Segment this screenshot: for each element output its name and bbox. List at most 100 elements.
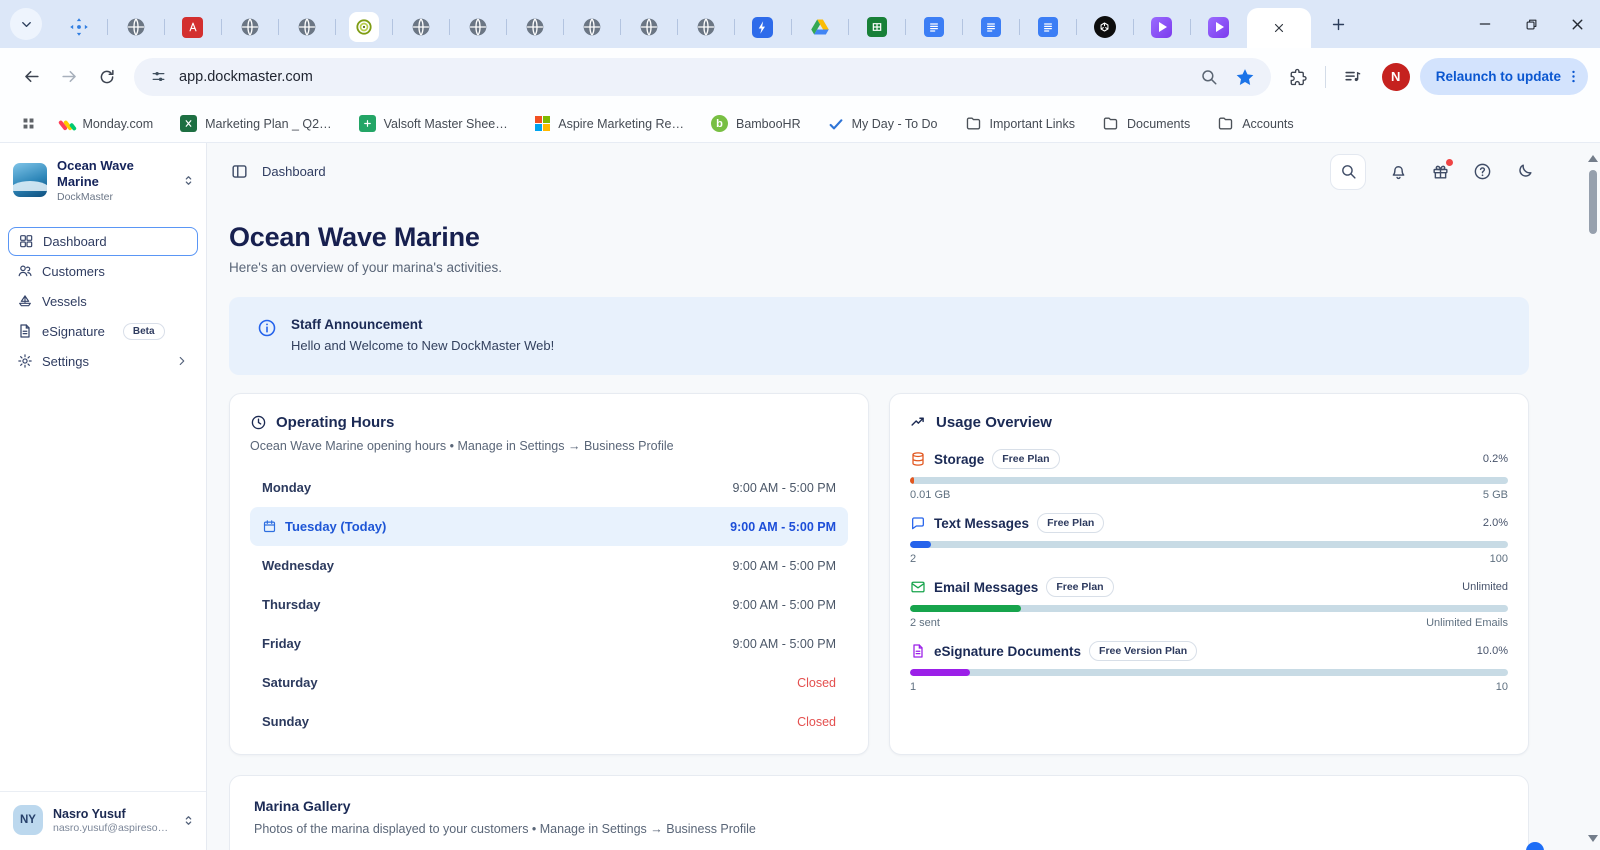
usage-max: 10: [1496, 681, 1508, 693]
bookmark-label: Valsoft Master Shee…: [384, 117, 508, 131]
sidebar-item-vessels[interactable]: Vessels: [8, 287, 198, 316]
pinned-tab[interactable]: [1076, 10, 1133, 44]
relaunch-label: Relaunch to update: [1436, 69, 1561, 84]
extensions-button[interactable]: [1279, 58, 1317, 96]
scroll-up-button[interactable]: [1587, 152, 1599, 164]
pinned-tab[interactable]: [962, 10, 1019, 44]
pinned-tab[interactable]: [392, 10, 449, 44]
bookmark-star-icon[interactable]: [1235, 67, 1255, 87]
bookmark-folder-accounts[interactable]: Accounts: [1210, 111, 1300, 136]
zoom-indicator-icon[interactable]: [1200, 68, 1218, 86]
bookmark-folder-important-links[interactable]: Important Links: [958, 111, 1082, 136]
check-icon: [828, 116, 844, 132]
pinned-tab[interactable]: [791, 10, 848, 44]
sidebar-toggle-button[interactable]: [230, 162, 249, 181]
scroll-thumb[interactable]: [1589, 170, 1597, 234]
apps-grid-icon[interactable]: [16, 115, 41, 132]
back-button[interactable]: [12, 58, 50, 96]
hours-value: 9:00 AM - 5:00 PM: [732, 598, 836, 612]
pinned-tab[interactable]: [221, 10, 278, 44]
usage-max: Unlimited Emails: [1426, 617, 1508, 629]
forward-button[interactable]: [50, 58, 88, 96]
progress-fill: [910, 541, 931, 548]
workspace-switcher[interactable]: Ocean Wave Marine DockMaster: [0, 143, 206, 215]
triangle-down-icon: [1588, 835, 1598, 842]
bookmark-valsoft-sheet[interactable]: Valsoft Master Shee…: [352, 111, 515, 136]
pinned-tab[interactable]: [107, 10, 164, 44]
site-settings-icon[interactable]: [150, 68, 167, 85]
dark-mode-button[interactable]: [1515, 162, 1534, 181]
bookmark-aspire-marketing[interactable]: Aspire Marketing Re…: [528, 112, 691, 136]
notifications-button[interactable]: [1389, 162, 1408, 181]
pinned-tab[interactable]: [905, 10, 962, 44]
sidebar-item-customers[interactable]: Customers: [8, 257, 198, 286]
url-text[interactable]: app.dockmaster.com: [179, 69, 313, 85]
usage-max: 100: [1490, 553, 1508, 565]
pinned-tab[interactable]: [506, 10, 563, 44]
pinned-tab[interactable]: [164, 10, 221, 44]
new-tab-button[interactable]: [1323, 9, 1353, 39]
user-menu[interactable]: NY Nasro Yusuf nasro.yusuf@aspiresoftwar…: [0, 791, 206, 850]
whats-new-button[interactable]: [1431, 162, 1450, 181]
hours-value: 9:00 AM - 5:00 PM: [732, 637, 836, 651]
address-bar[interactable]: app.dockmaster.com: [134, 58, 1271, 96]
bookmark-folder-documents[interactable]: Documents: [1095, 111, 1197, 136]
chevron-right-icon: [175, 354, 189, 368]
pinned-tab[interactable]: [449, 10, 506, 44]
bookmark-my-day[interactable]: My Day - To Do: [821, 112, 945, 136]
help-button[interactable]: [1473, 162, 1492, 181]
sidebar-item-label: Dashboard: [43, 234, 107, 249]
sidebar-item-esignature[interactable]: eSignature Beta: [8, 317, 198, 346]
pinned-tab[interactable]: [278, 10, 335, 44]
bookmark-bamboohr[interactable]: BambooHR: [704, 111, 808, 136]
globe-icon: [126, 17, 146, 37]
user-name: Nasro Yusuf: [53, 806, 171, 822]
pinned-tab[interactable]: [50, 10, 107, 44]
sidebar-item-settings[interactable]: Settings: [8, 347, 198, 376]
pinned-tab[interactable]: [848, 10, 905, 44]
profile-avatar[interactable]: N: [1382, 63, 1410, 91]
progress-bar: [910, 669, 1508, 676]
bookmark-monday[interactable]: Monday.com: [54, 113, 160, 135]
relaunch-to-update-button[interactable]: Relaunch to update: [1420, 58, 1588, 95]
search-button[interactable]: [1330, 154, 1366, 190]
arrow-right-icon: [60, 67, 79, 86]
pinned-tab[interactable]: [563, 10, 620, 44]
pinned-tab[interactable]: [620, 10, 677, 44]
sidebar-item-dashboard[interactable]: Dashboard: [8, 227, 198, 256]
hours-value: Closed: [797, 715, 836, 729]
announcement-title: Staff Announcement: [291, 317, 554, 332]
google-docs-icon: [981, 17, 1001, 37]
restore-button[interactable]: [1508, 0, 1554, 48]
folder-icon: [1102, 115, 1119, 132]
close-window-button[interactable]: [1554, 0, 1600, 48]
scrollbar[interactable]: [1586, 146, 1600, 850]
pinned-tab[interactable]: [1133, 10, 1190, 44]
pinned-tab[interactable]: [1019, 10, 1076, 44]
usage-min: 2 sent: [910, 617, 940, 629]
menu-kebab-icon[interactable]: [1565, 68, 1582, 85]
bookmark-marketing-plan[interactable]: Marketing Plan _ Q2…: [173, 111, 338, 136]
usage-row-text-messages: Text Messages Free Plan 2.0% 2100: [910, 511, 1508, 565]
dashboard-icon: [18, 233, 34, 249]
card-subtitle: Ocean Wave Marine opening hours • Manage…: [250, 439, 848, 453]
minimize-button[interactable]: [1462, 0, 1508, 48]
pinned-tab[interactable]: [677, 10, 734, 44]
scroll-down-button[interactable]: [1587, 832, 1599, 844]
hours-row: SundayClosed: [250, 702, 848, 741]
progress-bar: [910, 541, 1508, 548]
bookmark-label: My Day - To Do: [852, 117, 938, 131]
tab-search-button[interactable]: [10, 8, 42, 40]
pinned-tab[interactable]: [734, 10, 791, 44]
bookmark-label: Documents: [1127, 117, 1190, 131]
active-tab[interactable]: [1247, 8, 1311, 48]
reload-button[interactable]: [88, 58, 126, 96]
pinned-tab[interactable]: [335, 10, 392, 44]
day-label: Thursday: [262, 597, 321, 612]
usage-label: Storage: [934, 452, 984, 467]
close-tab-icon[interactable]: [1272, 21, 1286, 35]
media-controls-button[interactable]: [1334, 58, 1372, 96]
google-docs-icon: [1038, 17, 1058, 37]
announcement-banner: Staff Announcement Hello and Welcome to …: [229, 297, 1529, 375]
pinned-tab[interactable]: [1190, 10, 1247, 44]
